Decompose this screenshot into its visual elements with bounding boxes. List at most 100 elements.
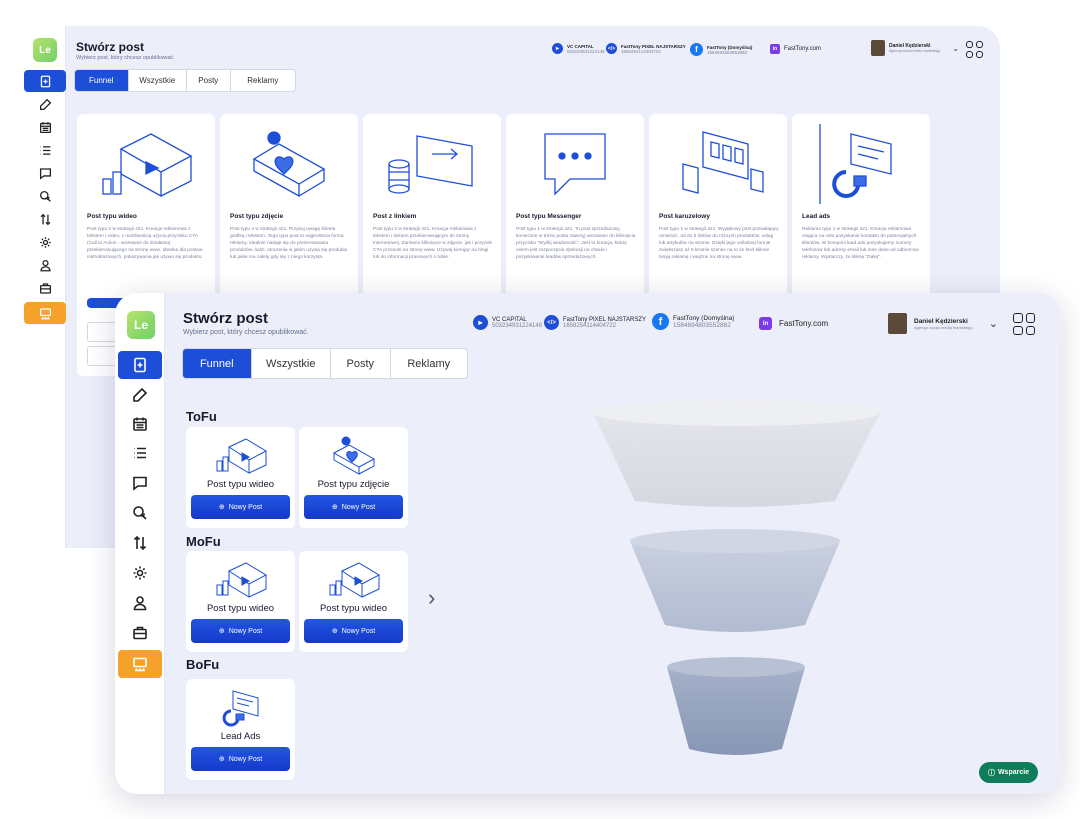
- account-name: FastTony.com: [779, 319, 829, 328]
- chevron-down-icon[interactable]: ⌄: [952, 44, 959, 53]
- funnel-level-bottom-rim: [667, 657, 805, 677]
- sidebar: Le: [115, 293, 165, 794]
- post-card-carousel[interactable]: Post karuzelowy Post typu 1 w strategii …: [649, 114, 787, 310]
- account-name: FastTony PIXEL NAJSTARSZY: [621, 43, 686, 49]
- avatar: [871, 40, 885, 56]
- lead-ads-icon: [819, 124, 892, 204]
- page-subtitle: Wybierz post, który chcesz opublikować.: [76, 55, 175, 61]
- apps-grid-icon[interactable]: [966, 41, 983, 58]
- account-id: 503234931224148: [492, 322, 543, 329]
- edit-icon[interactable]: [24, 93, 66, 115]
- account-pixel[interactable]: </> FastTony PIXEL NAJSTARSZY 16582541144…: [606, 43, 686, 54]
- tab-all[interactable]: Wszystkie: [129, 70, 187, 91]
- chat-icon[interactable]: [24, 185, 66, 207]
- photo-post-icon: [332, 436, 376, 475]
- carousel-post-icon: [682, 131, 764, 194]
- account-fasttony-com[interactable]: in FastTony.com: [770, 44, 821, 54]
- video-post-icon: [216, 562, 268, 598]
- user-menu[interactable]: Daniel Kędzierski Agencja sociai media ma…: [871, 40, 959, 56]
- chevron-right-icon[interactable]: ›: [428, 585, 435, 611]
- plus-circle-icon: ⊕: [331, 628, 338, 635]
- list-icon[interactable]: [115, 439, 165, 467]
- team-icon[interactable]: [118, 650, 162, 678]
- card-title: Post karuzelowy: [659, 213, 710, 220]
- account-name: FastTony.com: [784, 46, 821, 52]
- account-name: FastTony (Domyślna): [707, 44, 753, 50]
- comment-icon[interactable]: [115, 469, 165, 497]
- button-label: Nowy Post: [228, 755, 263, 763]
- edit-icon[interactable]: [115, 381, 165, 409]
- account-fasttony-com[interactable]: in FastTony.com: [759, 317, 828, 330]
- account-fasttony-default[interactable]: f FastTony (Domyślna) 1584694803552882: [652, 313, 734, 330]
- code-icon: </>: [544, 315, 559, 330]
- card-label: Post typu wideo: [206, 603, 275, 614]
- post-card-photo[interactable]: Post typu zdjęcie Post typu 4 w strategi…: [220, 114, 358, 310]
- settings-icon[interactable]: [115, 559, 165, 587]
- card-title: Post typu zdjęcie: [230, 213, 284, 220]
- option-button[interactable]: [87, 322, 117, 342]
- funnel-level-top-rim: [593, 400, 879, 426]
- new-post-button[interactable]: ⊕ Nowy Post: [191, 747, 290, 771]
- create-post-icon[interactable]: [118, 351, 162, 379]
- funnel-card[interactable]: Post typu wideo ⊕ Nowy Post: [299, 551, 408, 652]
- team-icon[interactable]: [24, 302, 66, 324]
- account-vc-capital[interactable]: ▸ VC CAPITAL 503234931224148: [473, 315, 542, 330]
- user-role: Agencja social media marketingu: [914, 324, 973, 330]
- support-button[interactable]: ⓘ Wsparcie: [979, 762, 1038, 783]
- option-button[interactable]: [87, 346, 117, 366]
- funnel-card[interactable]: Post typu zdjęcie ⊕ Nowy Post: [299, 427, 408, 528]
- user-icon[interactable]: [24, 254, 66, 276]
- settings-icon[interactable]: [24, 231, 66, 253]
- messenger-post-icon: [544, 133, 606, 196]
- card-title: Post typu wideo: [87, 213, 137, 220]
- funnel-card[interactable]: Post typu wideo ⊕ Nowy Post: [186, 551, 295, 652]
- post-card-lead-ads[interactable]: Lead ads Reklama typu 1 w strategii 421.…: [792, 114, 930, 310]
- funnel-card[interactable]: Lead Ads ⊕ Nowy Post: [186, 679, 295, 780]
- card-title: Lead ads: [802, 213, 831, 220]
- account-name: FastTony (Domyślna): [673, 314, 735, 322]
- button-label: Nowy Post: [341, 627, 376, 635]
- calendar-icon[interactable]: [24, 116, 66, 138]
- account-fasttony-default[interactable]: f FastTony (Domyślna) 1584694803552882: [690, 43, 752, 56]
- sort-icon[interactable]: [24, 208, 66, 230]
- button-label: Nowy Post: [228, 503, 263, 511]
- new-post-button[interactable]: ⊕ Nowy Post: [191, 495, 290, 519]
- post-card-messenger[interactable]: Post typu Messenger Post typu 1 w strate…: [506, 114, 644, 310]
- tab-bar: Funnel Wszystkie Posty Reklamy: [74, 69, 296, 92]
- account-vc-capital[interactable]: ▸ VC CAPITAL 503234931224148: [552, 43, 605, 54]
- page-title: Stwórz post: [183, 310, 268, 327]
- calendar-icon[interactable]: [115, 410, 165, 438]
- new-post-button[interactable]: ⊕ Nowy Post: [304, 619, 403, 643]
- list-icon[interactable]: [24, 139, 66, 161]
- facebook-icon: f: [652, 313, 669, 330]
- post-card-link[interactable]: Post z linkiem Post typu 2 w strategii 4…: [363, 114, 501, 310]
- link-post-icon: [388, 135, 473, 194]
- account-id: 1658254114404722: [621, 48, 661, 54]
- user-icon[interactable]: [115, 589, 165, 617]
- account-pixel[interactable]: </> FastTony PIXEL NAJSTARSZY 16582541144…: [544, 315, 646, 330]
- comment-icon[interactable]: [24, 162, 66, 184]
- sidebar: Le: [24, 26, 66, 548]
- button-label: Nowy Post: [228, 627, 263, 635]
- funnel-card[interactable]: Post typu wideo ⊕ Nowy Post: [186, 427, 295, 528]
- new-post-button[interactable]: ⊕ Nowy Post: [191, 619, 290, 643]
- tab-funnel[interactable]: Funnel: [183, 349, 252, 378]
- funnel-level-bottom: [667, 667, 805, 755]
- apps-grid-icon[interactable]: [1013, 313, 1035, 335]
- section-label-bofu: BoFu: [186, 657, 220, 672]
- tab-ads[interactable]: Reklamy: [391, 349, 467, 378]
- tab-funnel[interactable]: Funnel: [75, 70, 129, 91]
- tab-ads[interactable]: Reklamy: [231, 70, 295, 91]
- tab-posts[interactable]: Posty: [331, 349, 391, 378]
- new-post-button[interactable]: ⊕ Nowy Post: [304, 495, 403, 519]
- tab-posts[interactable]: Posty: [187, 70, 231, 91]
- chat-icon[interactable]: [115, 499, 165, 527]
- user-menu[interactable]: Daniel Kędzierski Agencja social media ma…: [888, 313, 998, 334]
- create-post-icon[interactable]: [24, 70, 66, 92]
- briefcase-icon[interactable]: [115, 619, 165, 647]
- megaphone-icon: ▸: [473, 315, 488, 330]
- briefcase-icon[interactable]: [24, 277, 66, 299]
- chevron-down-icon[interactable]: ⌄: [989, 317, 998, 330]
- tab-all[interactable]: Wszystkie: [252, 349, 331, 378]
- sort-icon[interactable]: [115, 529, 165, 557]
